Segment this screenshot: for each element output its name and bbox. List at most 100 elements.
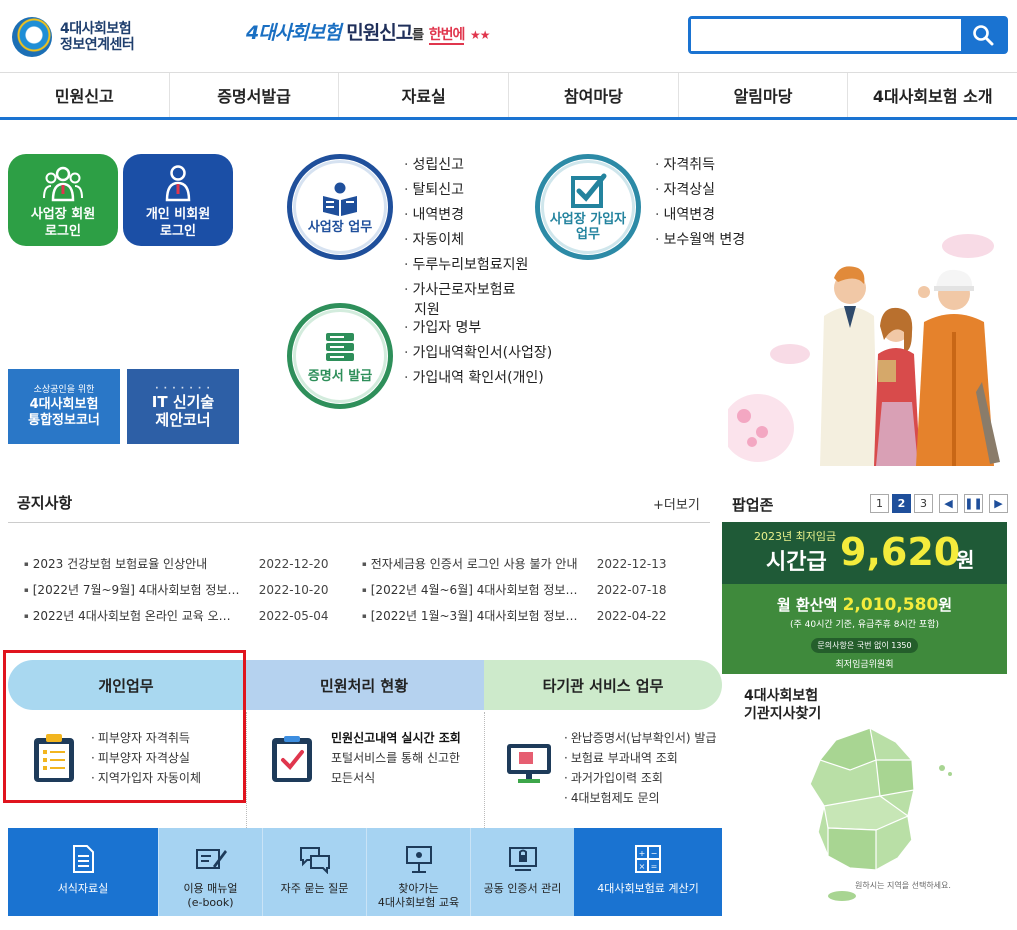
notice-item[interactable]: 2023 건강보험 보험료율 인상안내2022-12-20 bbox=[24, 551, 339, 577]
notice-item[interactable]: [2022년 7월~9월] 4대사회보험 정보…2022-10-20 bbox=[24, 577, 339, 603]
column-divider bbox=[246, 712, 247, 828]
nav-archive[interactable]: 자료실 bbox=[339, 73, 510, 117]
svg-text:−: − bbox=[651, 849, 658, 858]
link-establishment-report[interactable]: 성립신고 bbox=[404, 153, 528, 178]
book-reader-icon bbox=[323, 182, 357, 216]
quick-premium-calculator[interactable]: + − × = 4대사회보험료 계산기 bbox=[574, 828, 722, 916]
it-proposal-banner[interactable]: · · · · · · · IT 신기술 제안코너 bbox=[127, 369, 239, 444]
notice-item[interactable]: [2022년 4월~6월] 4대사회보험 정보…2022-07-18 bbox=[362, 577, 677, 603]
popup-monthly-note: (주 40시간 기준, 유급주휴 8시간 포함) bbox=[789, 620, 939, 630]
popup-next-icon[interactable]: ▶ bbox=[989, 494, 1008, 513]
column-divider bbox=[484, 712, 485, 828]
site-header: 4대사회보험 정보연계센터 4대사회보험 민원신고를 한번에 ★★ bbox=[0, 0, 1017, 72]
quick-forms-archive[interactable]: 서식자료실 bbox=[8, 828, 158, 916]
civil-status-panel: 민원신고내역 실시간 조회 포털서비스를 통해 신고한 모든서식 bbox=[269, 712, 479, 828]
notice-item[interactable]: 2022년 4대사회보험 온라인 교육 오…2022-05-04 bbox=[24, 603, 339, 629]
slogan-part4: 한번에 bbox=[428, 27, 465, 45]
link-withdrawal-report[interactable]: 탈퇴신고 bbox=[404, 178, 528, 203]
monitor-icon bbox=[507, 744, 551, 783]
calculator-icon: + − × = bbox=[635, 845, 661, 873]
logo-line1: 4대사회보험 bbox=[60, 21, 132, 37]
subscriber-work-circle[interactable]: 사업장 가입자 업무 bbox=[535, 154, 641, 260]
popup-prev-icon[interactable]: ◀ bbox=[939, 494, 958, 513]
nav-about[interactable]: 4대사회보험 소개 bbox=[848, 73, 1017, 117]
business-work-circle[interactable]: 사업장 업무 bbox=[287, 154, 393, 260]
business-login-button[interactable]: 사업장 회원 로그인 bbox=[8, 154, 118, 246]
notice-item[interactable]: 전자세금용 인증서 로그인 사용 불가 안내2022-12-13 bbox=[362, 551, 677, 577]
checkbox-icon bbox=[571, 173, 607, 208]
nav-notice[interactable]: 알림마당 bbox=[679, 73, 849, 117]
link-payment-certificate[interactable]: 완납증명서(납부확인서) 발급 bbox=[564, 728, 717, 748]
small-banner-line1: 소상공인을 위한 bbox=[33, 385, 95, 395]
quick-education[interactable]: 찾아가는 4대사회보험 교육 bbox=[366, 828, 470, 916]
link-qualification-loss[interactable]: 자격상실 bbox=[655, 178, 745, 203]
notice-more-link[interactable]: +더보기 bbox=[653, 494, 700, 513]
slogan: 4대사회보험 민원신고를 한번에 ★★ bbox=[246, 18, 491, 45]
link-insurance-inquiry[interactable]: 4대보험제도 문의 bbox=[564, 788, 717, 808]
small-banner-line3: 통합정보코너 bbox=[28, 413, 100, 428]
it-banner-line1: IT 신기술 bbox=[151, 392, 215, 411]
civil-status-link[interactable]: 민원신고내역 실시간 조회 bbox=[331, 728, 461, 748]
popup-hourly-label: 시간급 bbox=[766, 550, 827, 575]
quick-certificate-manage[interactable]: 공동 인증서 관리 bbox=[470, 828, 574, 916]
popup-pause-icon[interactable]: ❚❚ bbox=[964, 494, 983, 513]
link-details-change[interactable]: 내역변경 bbox=[404, 203, 528, 228]
notice-item[interactable]: [2022년 1월~3월] 4대사회보험 정보…2022-04-22 bbox=[362, 603, 677, 629]
business-login-line1: 사업장 회원 bbox=[30, 207, 96, 222]
highlight-box bbox=[3, 650, 246, 803]
logo-mark-icon bbox=[12, 17, 52, 57]
certificate-circle[interactable]: 증명서 발급 bbox=[287, 303, 393, 409]
nav-participation[interactable]: 참여마당 bbox=[509, 73, 679, 117]
it-banner-line2: 제안코너 bbox=[155, 410, 211, 429]
document-icon bbox=[73, 845, 94, 873]
link-subscriber-details-change[interactable]: 내역변경 bbox=[655, 203, 745, 228]
certificate-links: 가입자 명부 가입내역확인서(사업장) 가입내역 확인서(개인) bbox=[404, 316, 552, 391]
link-subscriber-list[interactable]: 가입자 명부 bbox=[404, 316, 552, 341]
svg-text:+: + bbox=[639, 849, 646, 858]
popup-inquiry: 문의사항은 국번 없이 1350 bbox=[811, 638, 918, 653]
civil-status-desc1: 포털서비스를 통해 신고한 bbox=[331, 751, 461, 765]
link-auto-transfer[interactable]: 자동이체 bbox=[404, 228, 528, 253]
link-premium-history[interactable]: 보험료 부과내역 조회 bbox=[564, 748, 717, 768]
popup-page-1[interactable]: 1 bbox=[870, 494, 889, 513]
svg-text:×: × bbox=[639, 862, 646, 871]
workers-illustration bbox=[728, 234, 1000, 466]
link-durunuri-support[interactable]: 두루누리보험료지원 bbox=[404, 253, 528, 278]
link-history-business[interactable]: 가입내역확인서(사업장) bbox=[404, 341, 552, 366]
lock-screen-icon bbox=[508, 847, 537, 871]
other-agency-panel: 완납증명서(납부확인서) 발급 보험료 부과내역 조회 과거가입이력 조회 4대… bbox=[506, 712, 722, 828]
small-banner-line2: 4대사회보험 bbox=[29, 397, 99, 412]
tab-civil-status[interactable]: 민원처리 현황 bbox=[244, 660, 484, 710]
individual-login-line1: 개인 비회원 bbox=[145, 207, 211, 222]
popup-year-label: 2023년 최저임금 bbox=[754, 530, 837, 543]
link-past-subscription[interactable]: 과거가입이력 조회 bbox=[564, 768, 717, 788]
quick-faq[interactable]: 자주 묻는 질문 bbox=[262, 828, 366, 916]
link-history-personal[interactable]: 가입내역 확인서(개인) bbox=[404, 366, 552, 391]
nav-civil-report[interactable]: 민원신고 bbox=[0, 73, 170, 117]
presentation-board-icon bbox=[405, 846, 432, 873]
map-instruction: 원하시는 지역을 선택하세요. bbox=[855, 881, 951, 890]
minimum-wage-popup[interactable]: 2023년 최저임금 시간급 9,620 원 월 환산액 2,010,580원 … bbox=[722, 522, 1007, 674]
search-box bbox=[688, 16, 1008, 54]
popup-page-2[interactable]: 2 bbox=[892, 494, 911, 513]
slogan-part3: 를 bbox=[412, 28, 424, 43]
document-stack-icon bbox=[326, 332, 354, 361]
site-logo[interactable]: 4대사회보험 정보연계센터 bbox=[12, 14, 162, 60]
main-nav: 민원신고 증명서발급 자료실 참여마당 알림마당 4대사회보험 소개 bbox=[0, 72, 1017, 120]
small-business-corner-banner[interactable]: 소상공인을 위한 4대사회보험 통합정보코너 bbox=[8, 369, 120, 444]
popup-monthly: 월 환산액 2,010,580원 bbox=[776, 595, 953, 615]
link-domestic-worker-support[interactable]: 가사근로자보험료지원 bbox=[404, 278, 528, 317]
popup-org: 최저임금위원회 bbox=[835, 660, 894, 670]
individual-login-button[interactable]: 개인 비회원 로그인 bbox=[123, 154, 233, 246]
popup-page-3[interactable]: 3 bbox=[914, 494, 933, 513]
search-button[interactable] bbox=[961, 19, 1005, 51]
nav-certificate[interactable]: 증명서발급 bbox=[170, 73, 340, 117]
notice-divider bbox=[8, 522, 710, 523]
search-input[interactable] bbox=[691, 19, 961, 51]
notice-list-left: 2023 건강보험 보험료율 인상안내2022-12-20 [2022년 7월~… bbox=[24, 551, 339, 629]
link-qualification-acquire[interactable]: 자격취득 bbox=[655, 153, 745, 178]
tab-other-agency[interactable]: 타기관 서비스 업무 bbox=[484, 660, 722, 710]
subscriber-work-label-line1: 사업장 가입자 bbox=[549, 212, 627, 227]
notice-list-right: 전자세금용 인증서 로그인 사용 불가 안내2022-12-13 [2022년 … bbox=[362, 551, 677, 629]
quick-user-manual[interactable]: 이용 매뉴얼 (e-book) bbox=[158, 828, 262, 916]
